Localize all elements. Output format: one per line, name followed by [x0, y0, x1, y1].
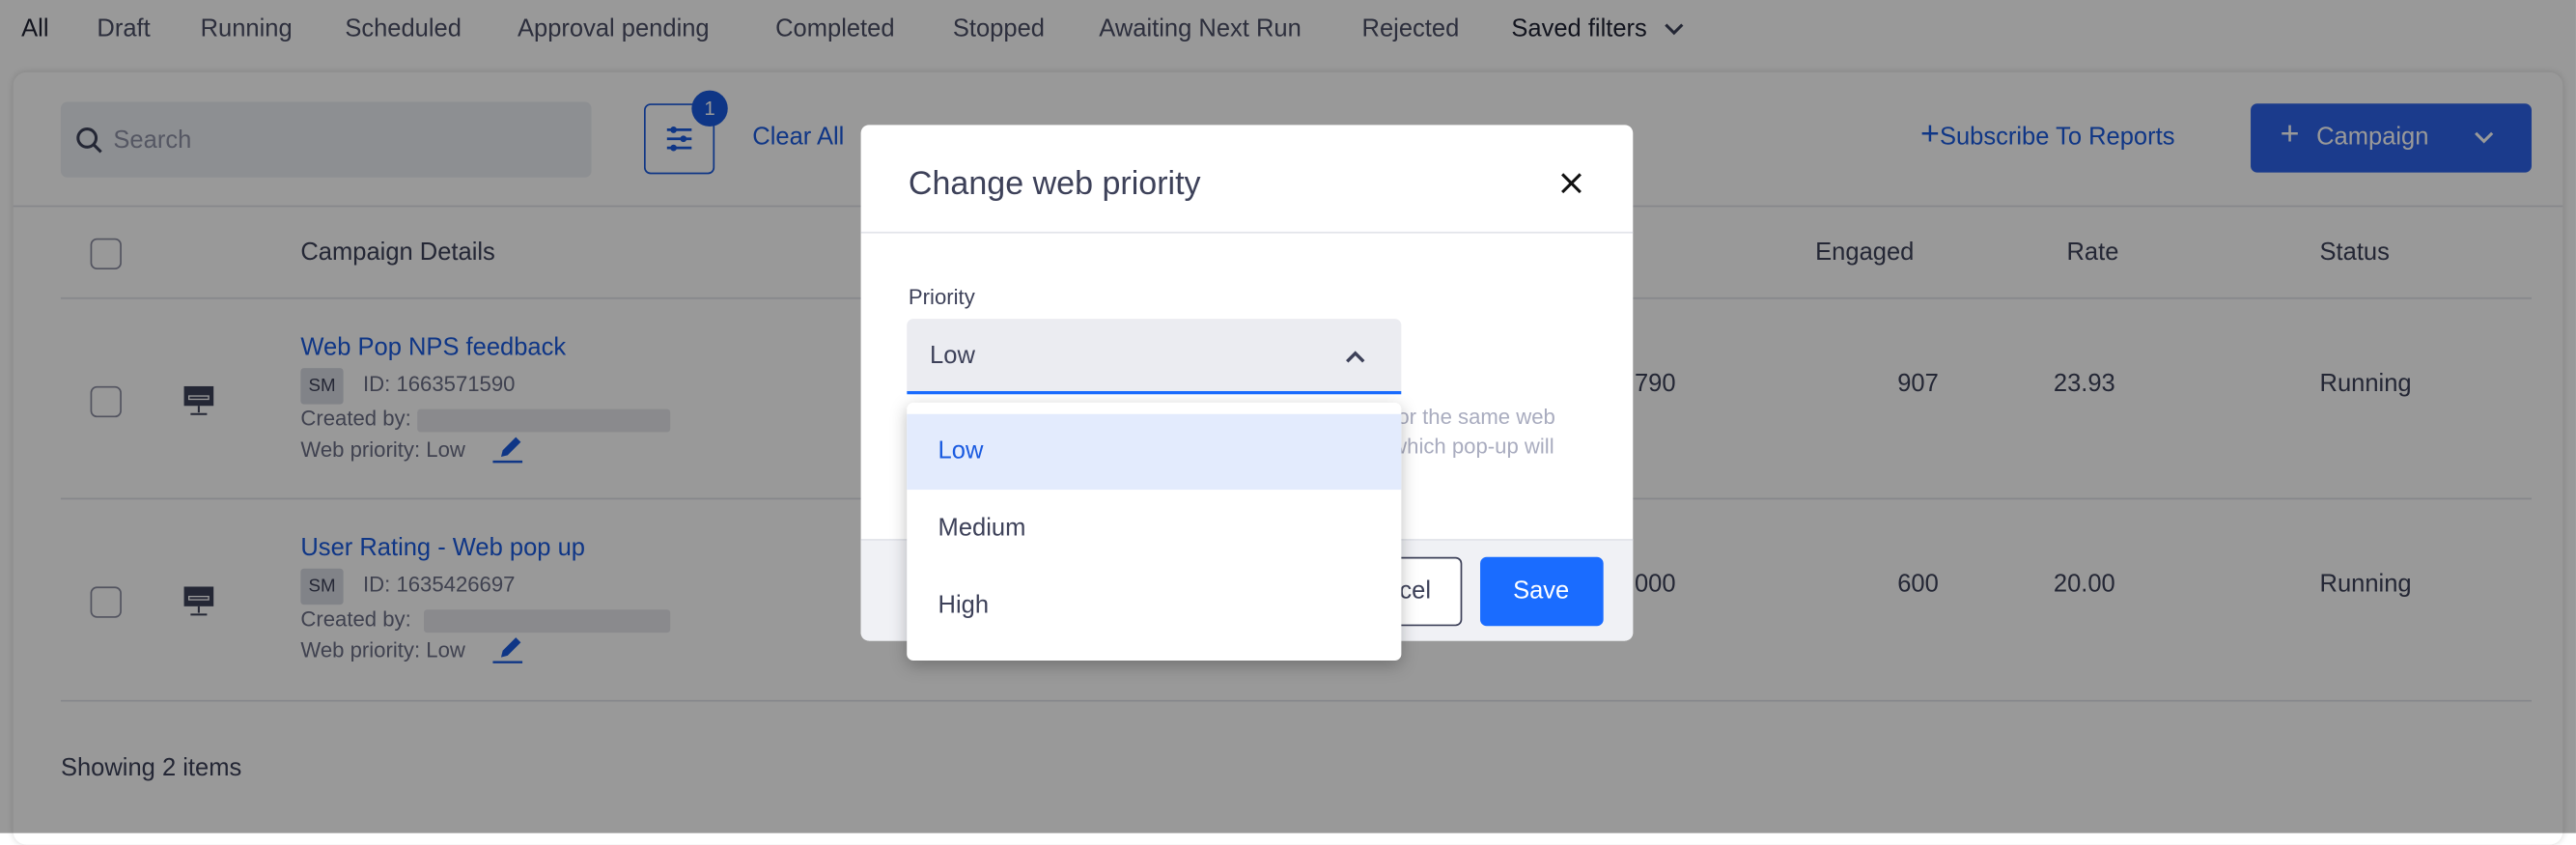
close-icon[interactable]: [1560, 173, 1582, 194]
priority-label: Priority: [908, 284, 975, 309]
cancel-label: cel: [1399, 577, 1432, 606]
modal-title: Change web priority: [908, 165, 1201, 203]
option-medium[interactable]: Medium: [907, 492, 1401, 567]
divider: [860, 231, 1634, 234]
helper-line: which pop-up will: [1391, 434, 1554, 459]
page: All Draft Running Scheduled Approval pen…: [0, 0, 2576, 845]
option-label: Low: [938, 437, 984, 465]
priority-options-list: Low Medium High: [907, 402, 1402, 662]
option-low[interactable]: Low: [907, 413, 1402, 491]
chevron-up-icon: [1346, 351, 1365, 363]
option-label: Medium: [938, 514, 1026, 543]
option-high[interactable]: High: [907, 569, 1401, 644]
helper-text: for the same web which pop-up will: [1391, 403, 1555, 462]
helper-line: for the same web: [1391, 404, 1555, 430]
option-label: High: [938, 591, 990, 620]
save-button[interactable]: Save: [1480, 556, 1604, 627]
priority-select[interactable]: Low: [907, 319, 1402, 395]
priority-selected-value: Low: [930, 341, 975, 370]
save-label: Save: [1513, 577, 1570, 606]
